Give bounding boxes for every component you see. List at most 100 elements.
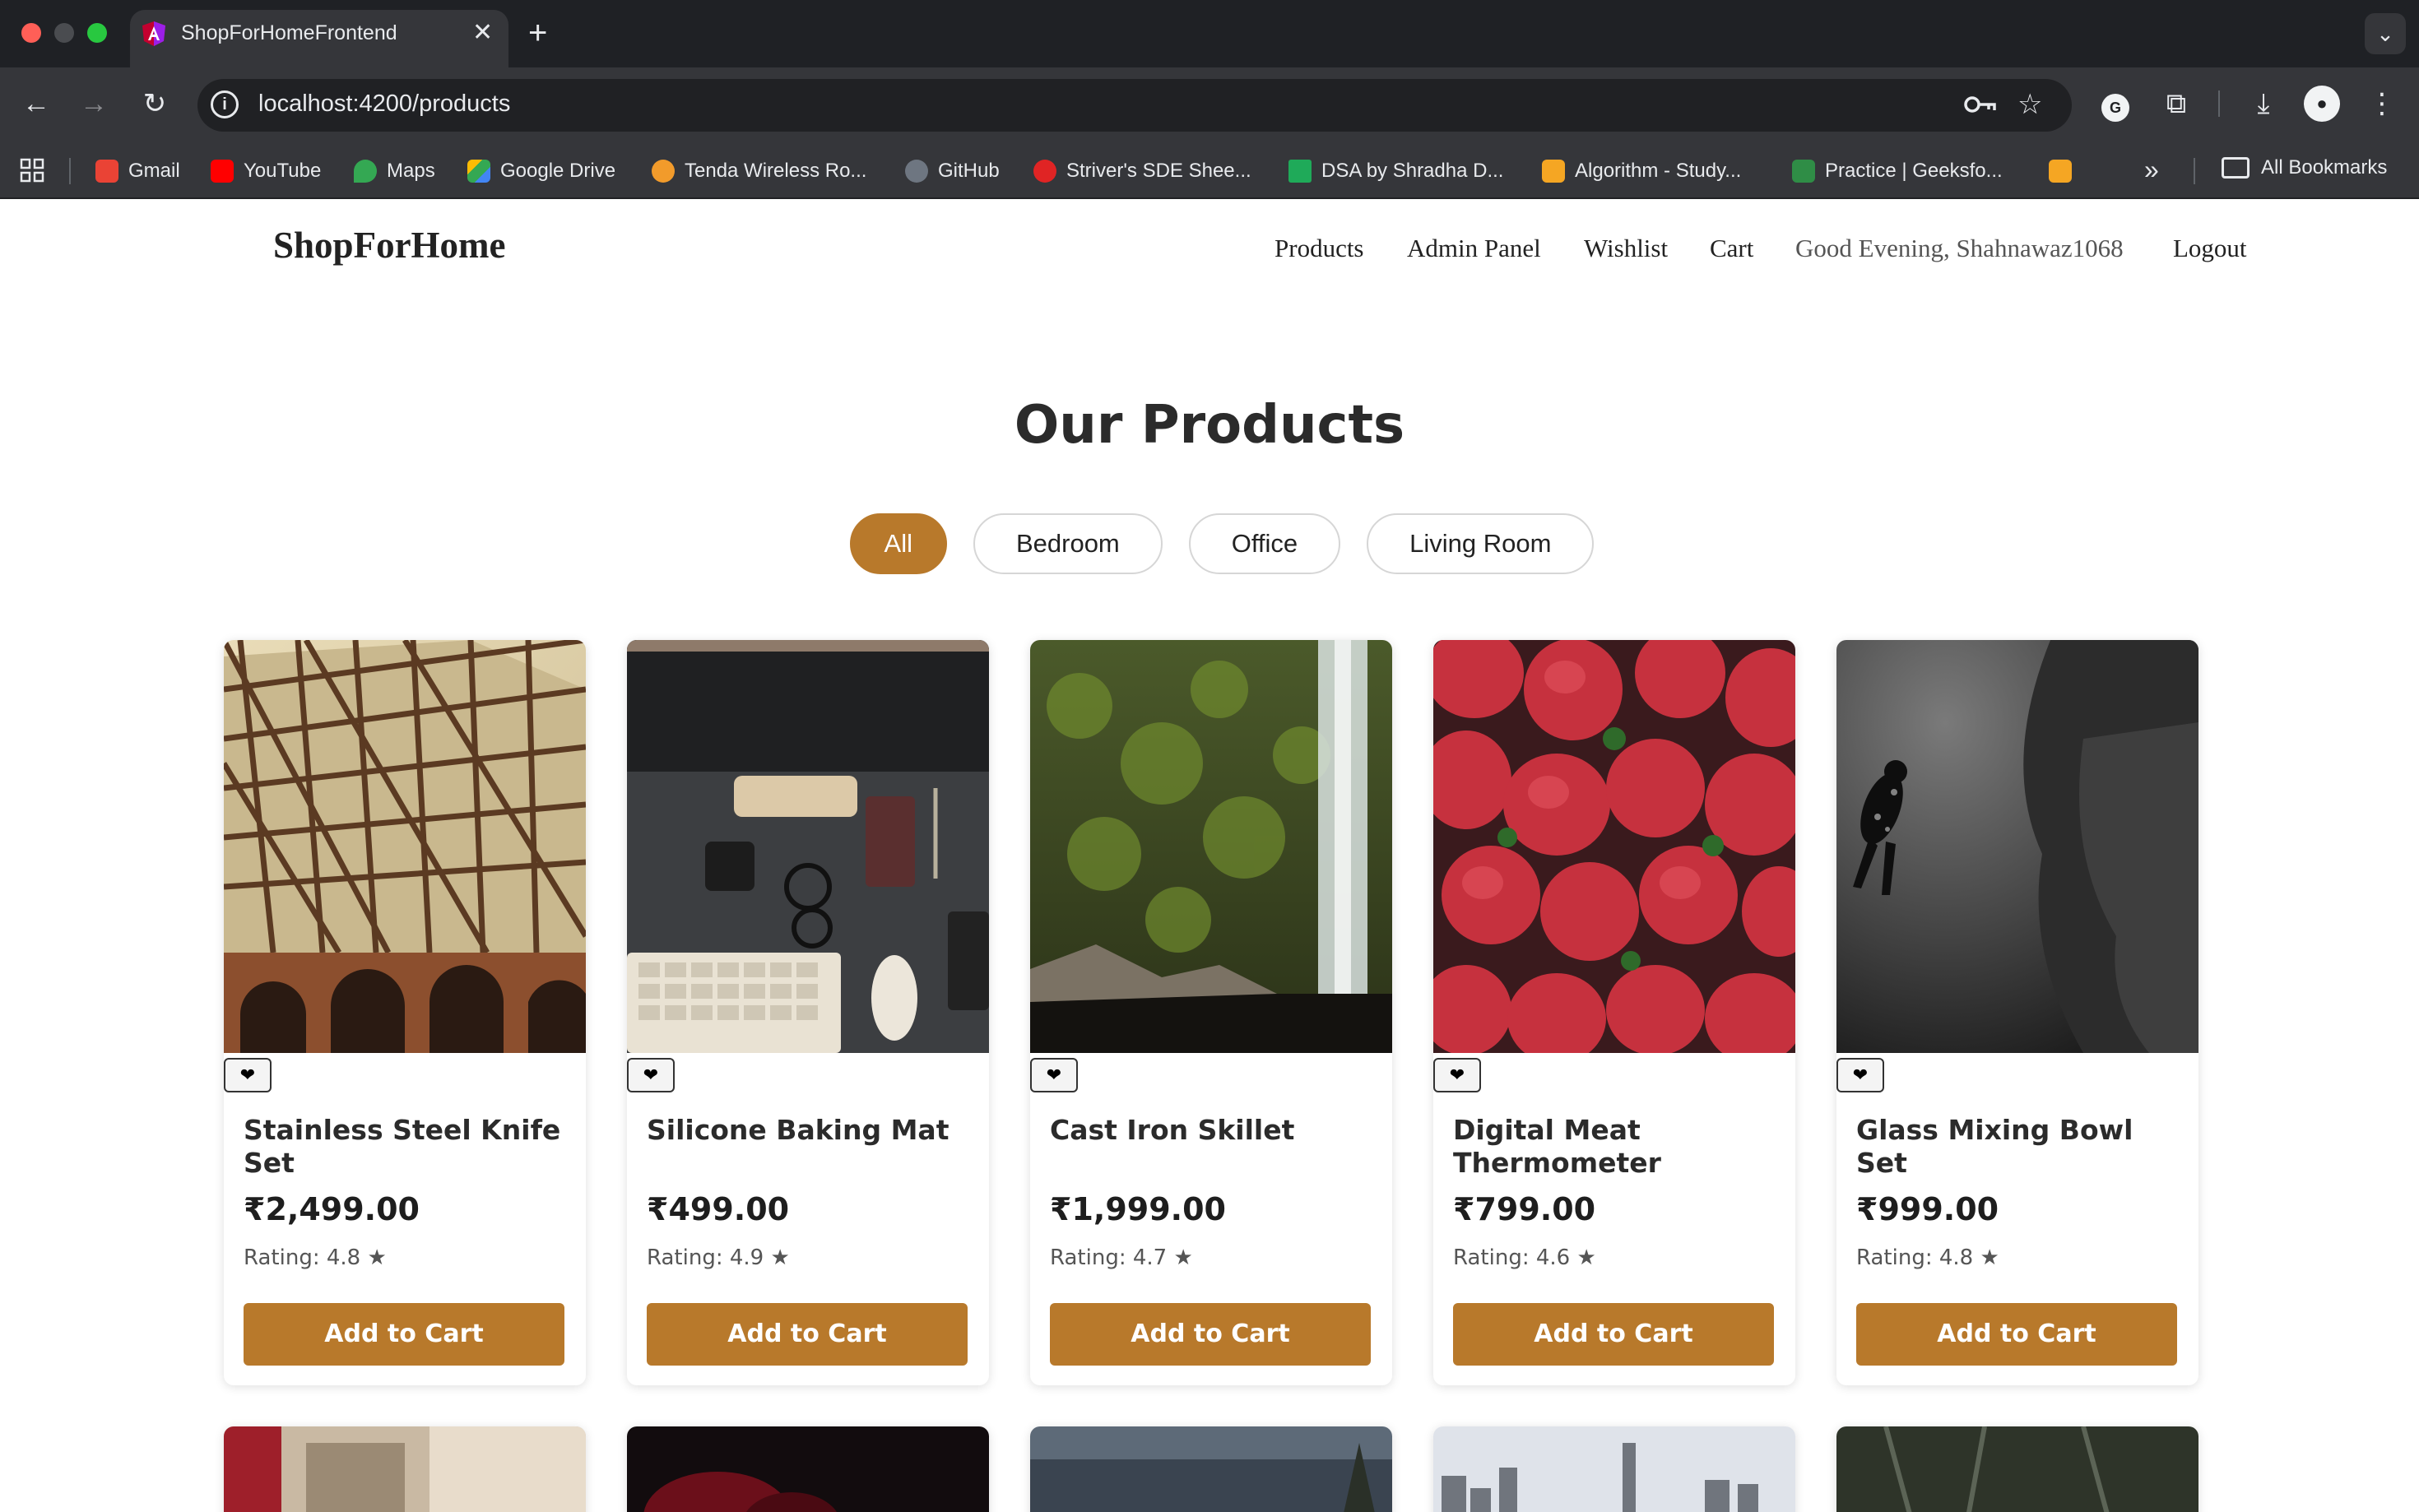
product-price: ₹499.00	[647, 1191, 790, 1227]
bookmark-tenda[interactable]: Tenda Wireless Ro...	[652, 156, 866, 186]
filter-bedroom[interactable]: Bedroom	[973, 513, 1163, 574]
site-info-icon[interactable]: i	[211, 90, 239, 118]
bookmark-label: Practice | Geeksfo...	[1825, 160, 2003, 182]
product-image[interactable]	[1433, 1426, 1795, 1512]
category-filters: All Bedroom Office Living Room	[0, 513, 2419, 574]
product-image[interactable]	[627, 1426, 989, 1512]
product-card: ❤ Glass Mixing Bowl Set ₹999.00 Rating: …	[1836, 640, 2198, 1385]
nav-wishlist[interactable]: Wishlist	[1584, 234, 1668, 263]
reload-icon[interactable]: ↻	[137, 86, 173, 122]
product-image[interactable]	[1030, 640, 1392, 1053]
add-to-cart-button[interactable]: Add to Cart	[1050, 1303, 1371, 1366]
bookmark-label: Striver's SDE Shee...	[1066, 160, 1251, 182]
wishlist-heart-button[interactable]: ❤	[1030, 1058, 1078, 1092]
minimize-window-button[interactable]	[54, 23, 74, 43]
add-to-cart-button[interactable]: Add to Cart	[244, 1303, 564, 1366]
apps-grid-icon[interactable]	[18, 156, 46, 184]
bookmark-gmail[interactable]: Gmail	[95, 156, 180, 186]
add-to-cart-button[interactable]: Add to Cart	[647, 1303, 968, 1366]
product-name: Glass Mixing Bowl Set	[1856, 1114, 2133, 1179]
tab-search-chevron-icon[interactable]: ⌄	[2365, 13, 2406, 54]
product-price: ₹1,999.00	[1050, 1191, 1226, 1227]
page-title: Our Products	[1014, 395, 1405, 456]
product-card: ❤ Silicone Baking Mat ₹499.00 Rating: 4.…	[627, 640, 989, 1385]
bookmark-geeksforgeeks[interactable]: Practice | Geeksfo...	[1792, 156, 2003, 186]
add-to-cart-button[interactable]: Add to Cart	[1453, 1303, 1774, 1366]
tab-title: ShopForHomeFrontend	[181, 21, 397, 44]
product-card	[224, 1426, 586, 1512]
bookmark-star-icon[interactable]: ☆	[2017, 87, 2042, 122]
bookmark-youtube[interactable]: YouTube	[211, 156, 321, 186]
bookmark-maps[interactable]: Maps	[354, 156, 435, 186]
product-price: ₹2,499.00	[244, 1191, 420, 1227]
profile-avatar[interactable]: ●	[2304, 86, 2340, 122]
sheet-icon	[1288, 160, 1312, 183]
product-name: Stainless Steel Knife Set	[244, 1114, 561, 1179]
wishlist-heart-button[interactable]: ❤	[1836, 1058, 1884, 1092]
bookmark-github[interactable]: GitHub	[905, 156, 1000, 186]
bookmark-label: Gmail	[128, 160, 180, 182]
bookmark-striver[interactable]: Striver's SDE Shee...	[1033, 156, 1251, 186]
product-card	[1030, 1426, 1392, 1512]
bookmark-separator	[69, 158, 71, 184]
add-to-cart-button[interactable]: Add to Cart	[1856, 1303, 2177, 1366]
bookmark-dsa-shradha[interactable]: DSA by Shradha D...	[1288, 156, 1503, 186]
bookmark-extra[interactable]	[2049, 156, 2072, 186]
algorithm-icon	[1542, 160, 1565, 183]
angular-icon	[142, 21, 165, 46]
bookmark-label: Algorithm - Study...	[1575, 160, 1742, 182]
extension-g-icon[interactable]: G	[2096, 86, 2134, 122]
more-bookmarks-chevron-icon[interactable]: »	[2144, 153, 2159, 186]
product-price: ₹999.00	[1856, 1191, 1999, 1227]
filter-living-room[interactable]: Living Room	[1367, 513, 1595, 574]
product-price: ₹799.00	[1453, 1191, 1596, 1227]
product-image[interactable]	[1433, 640, 1795, 1053]
product-image[interactable]	[627, 640, 989, 1053]
product-image[interactable]	[1836, 1426, 2198, 1512]
product-image[interactable]	[224, 640, 586, 1053]
product-image[interactable]	[1836, 640, 2198, 1053]
product-card	[627, 1426, 989, 1512]
github-icon	[905, 160, 928, 183]
password-key-icon[interactable]	[1963, 92, 1998, 117]
product-card	[1836, 1426, 2198, 1512]
bookmark-separator	[2194, 158, 2195, 184]
extensions-puzzle-icon[interactable]: ⧉	[2157, 86, 2195, 122]
close-window-button[interactable]	[21, 23, 41, 43]
product-name: Digital Meat Thermometer	[1453, 1114, 1661, 1179]
nav-products[interactable]: Products	[1275, 234, 1364, 263]
bookmark-label: Tenda Wireless Ro...	[685, 160, 867, 182]
tenda-icon	[652, 160, 675, 183]
filter-office[interactable]: Office	[1188, 513, 1341, 574]
site-brand[interactable]: ShopForHome	[273, 224, 506, 267]
gmail-icon	[95, 160, 118, 183]
bookmark-favicon-icon	[2049, 160, 2072, 183]
product-image[interactable]	[1030, 1426, 1392, 1512]
wishlist-heart-button[interactable]: ❤	[224, 1058, 272, 1092]
bookmark-google-drive[interactable]: Google Drive	[467, 156, 615, 186]
bookmark-label: Maps	[387, 160, 435, 182]
product-rating: Rating: 4.8 ★	[1856, 1245, 1999, 1270]
tab-close-icon[interactable]: ✕	[472, 18, 493, 48]
folder-icon	[2222, 157, 2250, 179]
all-bookmarks-button[interactable]: All Bookmarks	[2222, 156, 2387, 179]
youtube-icon	[211, 160, 234, 183]
nav-logout[interactable]: Logout	[2173, 234, 2247, 263]
product-card: ❤ Cast Iron Skillet ₹1,999.00 Rating: 4.…	[1030, 640, 1392, 1385]
filter-all[interactable]: All	[849, 513, 947, 574]
nav-admin-panel[interactable]: Admin Panel	[1407, 234, 1541, 263]
wishlist-heart-button[interactable]: ❤	[627, 1058, 675, 1092]
browser-menu-icon[interactable]: ⋮	[2363, 86, 2401, 122]
bookmark-algorithm[interactable]: Algorithm - Study...	[1542, 156, 1741, 186]
download-icon[interactable]: ⤓	[2245, 86, 2282, 122]
url-text[interactable]: localhost:4200/products	[258, 90, 510, 118]
nav-cart[interactable]: Cart	[1710, 234, 1753, 263]
back-arrow-icon[interactable]: ←	[18, 86, 54, 122]
new-tab-icon[interactable]: +	[528, 15, 547, 51]
tuf-icon	[1033, 160, 1056, 183]
wishlist-heart-button[interactable]: ❤	[1433, 1058, 1481, 1092]
product-rating: Rating: 4.7 ★	[1050, 1245, 1193, 1270]
product-image[interactable]	[224, 1426, 586, 1512]
forward-arrow-icon[interactable]: →	[76, 86, 112, 122]
maximize-window-button[interactable]	[87, 23, 107, 43]
